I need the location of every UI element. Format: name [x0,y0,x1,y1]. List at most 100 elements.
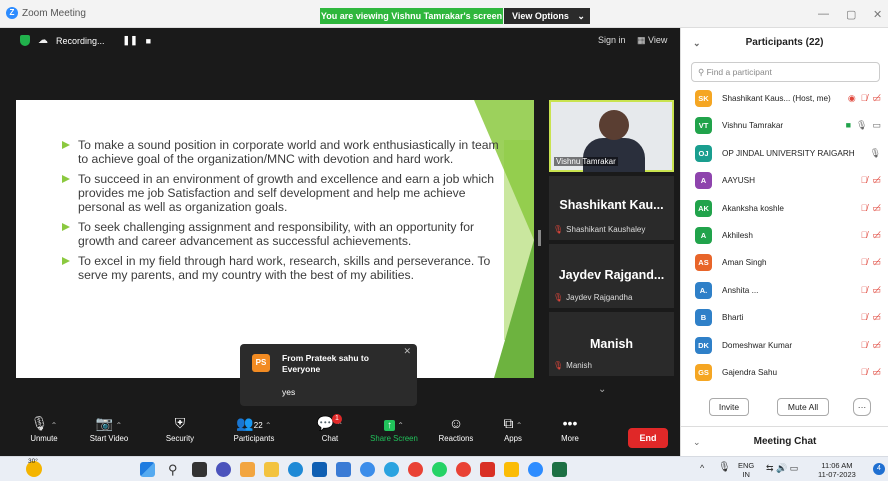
notification-badge[interactable]: 4 [873,463,885,475]
participant-row[interactable]: GS Gajendra Sahu 🎙̸ ▭̸ [681,360,888,387]
more-button[interactable]: ••• More [554,412,586,443]
pause-recording-icon[interactable]: ❚❚ [123,35,138,46]
video-person-head [599,110,629,140]
mic-muted-icon: 🎙̸ [860,257,868,268]
participants-label: Participants [233,434,275,443]
participant-row[interactable]: A. Anshita ... 🎙̸ ▭̸ [681,278,888,305]
participant-name: OP JINDAL UNIVERSITY RAIGARH [722,148,855,158]
video-thumbnail-manish[interactable]: Manish 🎙 Manish [549,312,674,376]
slide-bullet: To make a sound position in corporate wo… [62,138,502,166]
excel-icon[interactable] [552,462,567,477]
participant-row[interactable]: VT Vishnu Tamrakar ■ 🎙 ▭ [681,113,888,140]
minimize-button[interactable]: — [818,8,829,20]
mic-muted-icon: 🎙̸ [860,284,868,295]
mic-muted-icon: 🎙̸ [860,93,868,103]
participant-row[interactable]: A AAYUSH 🎙̸ ▭̸ [681,168,888,195]
file-explorer-icon[interactable] [264,462,279,477]
expand-chevron-icon[interactable]: ⌄ [693,427,701,457]
participant-search-input[interactable]: ⚲ Find a participant [691,62,880,82]
view-options-button[interactable]: View Options ⌄ [504,8,590,24]
mute-all-button[interactable]: Mute All [777,398,829,416]
close-button[interactable]: ✕ [873,8,882,21]
mic-muted-icon: 🎙̸ [860,312,868,323]
video-off-icon: ▭̸ [872,202,881,213]
participant-name: Aman Singh [722,258,767,268]
reactions-button[interactable]: ☺ Reactions [434,412,478,443]
date-text: 11-07-2023 [818,470,856,479]
tray-chevron-icon[interactable]: ^ [700,463,704,473]
participant-status-icons: 🎙̸ ▭̸ [861,367,881,378]
chrome-icon[interactable] [408,462,423,477]
zoom-taskbar-icon[interactable] [528,462,543,477]
search-icon[interactable]: ⚲ [168,462,183,477]
participant-row[interactable]: OJ OP JINDAL UNIVERSITY RAIGARH 🎙 [681,141,888,168]
share-screen-button[interactable]: ↑ ⌃ Share Screen [366,412,422,443]
chat-app-icon[interactable] [216,462,231,477]
slide-bullet: To excel in my field through hard work, … [62,254,502,282]
participant-name: AAYUSH [722,176,756,186]
video-thumbnail-vishnu[interactable]: Vishnu Tamrakar [549,100,674,172]
meeting-chat-title: Meeting Chat [753,436,817,447]
participant-name: Vishnu Tamrakar [722,121,784,131]
view-grid-icon: ▦ [637,35,646,45]
firefox-icon[interactable] [240,462,255,477]
chrome-profile-icon[interactable] [456,462,471,477]
mail-icon[interactable] [336,462,351,477]
apps-button[interactable]: ⧉ ⌃ Apps [496,412,530,443]
unmute-button[interactable]: 🎙 ⌃ Unmute [24,412,64,443]
app-icon[interactable] [384,462,399,477]
end-meeting-button[interactable]: End [628,428,668,448]
pdf-reader-icon[interactable] [480,462,495,477]
thumbnail-display-name: Shashikant Kau... [559,198,664,212]
recording-icon: ◉ [847,93,856,103]
participant-row[interactable]: DK Domeshwar Kumar 🎙̸ ▭̸ [681,333,888,360]
participant-row[interactable]: A Akhilesh 🎙̸ ▭̸ [681,223,888,250]
meeting-chat-header[interactable]: ⌄ Meeting Chat [681,426,888,456]
thumbnails-chevron-down-icon[interactable]: ⌄ [598,384,606,395]
participant-name: Shashikant Kaus... (Host, me) [722,94,831,103]
participants-title: Participants (22) [745,37,824,48]
edge-icon[interactable] [288,462,303,477]
view-button[interactable]: ▦ View [637,35,667,46]
clock[interactable]: 11:06 AM 11-07-2023 [818,461,856,479]
slide-bullet: To succeed in an environment of growth a… [62,172,502,214]
close-icon[interactable]: ✕ [403,346,411,357]
participants-button[interactable]: 👥22 ⌃ Participants [226,412,282,443]
maximize-button[interactable]: ▢ [846,8,856,21]
apps-label: Apps [504,434,522,443]
start-menu-icon[interactable] [140,462,155,477]
mic-muted-icon: 🎙̸ [860,229,868,240]
video-thumbnail-jaydev[interactable]: Jaydev Rajgand... 🎙 Jaydev Rajgandha [549,244,674,308]
security-button[interactable]: ⛨ Security [160,412,200,443]
chat-button[interactable]: 💬 1 ⌃ Chat [312,412,348,443]
search-placeholder: Find a participant [706,67,772,77]
invite-button[interactable]: Invite [709,398,749,416]
tray-mic-icon[interactable]: 🎙 [718,462,731,473]
task-view-icon[interactable] [192,462,207,477]
chat-notification[interactable]: PS From Prateek sahu to Everyone yes ✕ [240,344,417,406]
video-off-icon: ▭̸ [872,229,881,240]
video-thumbnail-shashikant[interactable]: Shashikant Kau... 🎙 Shashikant Kaushaley [549,176,674,240]
participant-row[interactable]: AS Aman Singh 🎙̸ ▭̸ [681,250,888,277]
mic-muted-icon: 🎙 ⌃ [30,415,58,431]
reactions-icon: ☺ [448,415,464,431]
more-options-button[interactable]: ··· [853,398,871,416]
participant-row[interactable]: AK Akanksha koshle 🎙̸ ▭̸ [681,196,888,223]
participant-row[interactable]: SK Shashikant Kaus... (Host, me) ◉ 🎙̸ ▭̸ [681,86,888,113]
network-volume-battery-icons[interactable]: ⇆ 🔊 ▭ [766,463,798,474]
store-icon[interactable] [312,462,327,477]
whatsapp-icon[interactable] [432,462,447,477]
stop-recording-icon[interactable]: ■ [146,36,151,46]
app-icon[interactable] [360,462,375,477]
collapse-chevron-icon[interactable]: ⌄ [693,28,701,58]
avatar: B [695,309,712,327]
participant-row[interactable]: B Bharti 🎙̸ ▭̸ [681,305,888,332]
participant-status-icons: 🎙 [870,148,881,159]
start-video-button[interactable]: 📷 ⌃ Start Video [84,412,134,443]
video-participant-name: Vishnu Tamrakar [554,157,618,166]
language-indicator[interactable]: ENG IN [738,461,754,479]
resize-handle[interactable] [538,230,541,246]
sign-in-link[interactable]: Sign in [598,35,626,45]
recording-label: Recording... [56,35,105,46]
app-icon[interactable] [504,462,519,477]
